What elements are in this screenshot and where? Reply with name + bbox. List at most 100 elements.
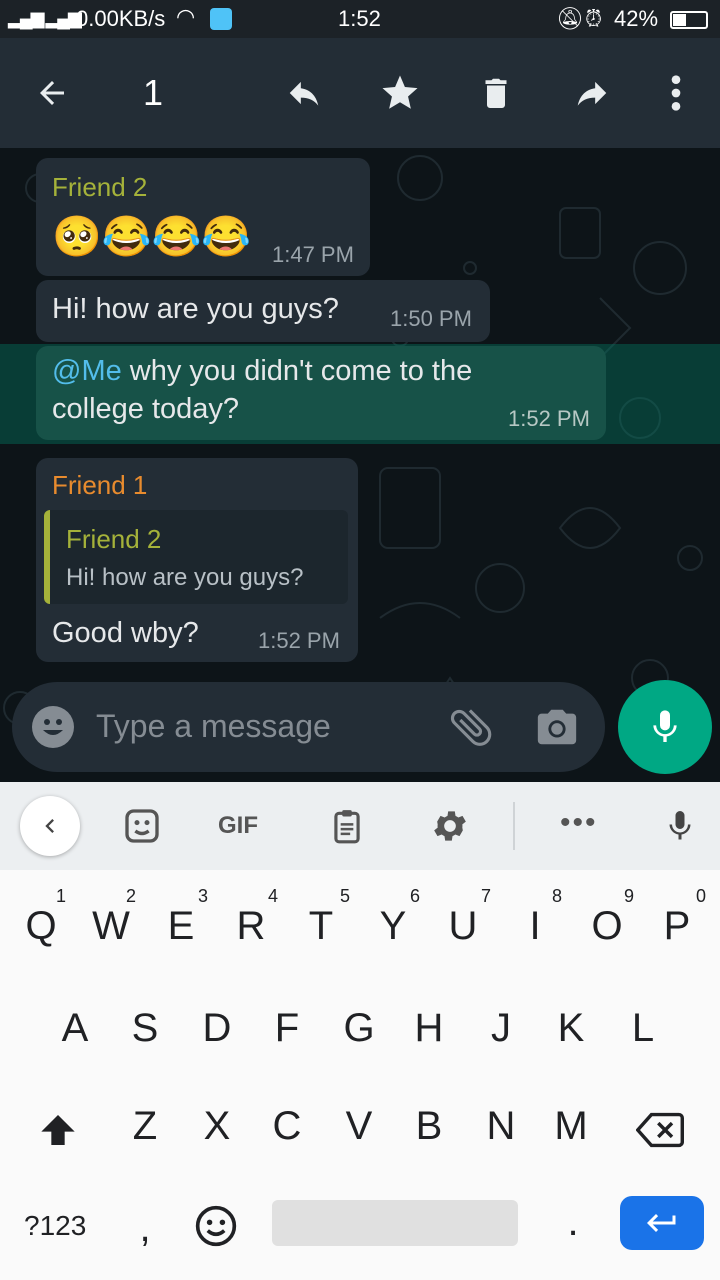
settings-button[interactable]	[430, 806, 470, 851]
sender-name: Friend 1	[52, 470, 148, 500]
star-button[interactable]	[370, 60, 430, 126]
sticker-icon	[125, 809, 159, 843]
more-tools-button[interactable]: •••	[560, 806, 598, 840]
key-e[interactable]: E	[156, 904, 206, 949]
microphone-icon	[653, 710, 677, 742]
key-s[interactable]: S	[120, 1006, 170, 1051]
key-w[interactable]: W	[86, 904, 136, 949]
star-icon	[382, 75, 418, 109]
shift-arrow-icon	[41, 1115, 75, 1145]
key-hint: 9	[624, 886, 635, 906]
message-bubble-friend2[interactable]: Friend 2 🥺😂😂😂 1:47 PM	[36, 158, 370, 276]
key-d[interactable]: D	[192, 1006, 242, 1051]
gear-icon	[434, 811, 466, 841]
back-button[interactable]	[22, 60, 82, 126]
key-v[interactable]: V	[334, 1104, 384, 1149]
trash-icon	[485, 78, 507, 108]
key-c[interactable]: C	[262, 1104, 312, 1149]
alarm-icon: ⏰︎	[585, 6, 603, 31]
selection-toolbar: 1	[0, 38, 720, 148]
sticker-button[interactable]	[122, 806, 162, 851]
message-bubble-selected[interactable]: @Me why you didn't come to the college t…	[36, 346, 606, 440]
message-text: Good wby?	[52, 617, 199, 649]
keyboard-collapse-button[interactable]	[20, 796, 80, 856]
voice-record-button[interactable]	[618, 680, 712, 774]
emoji-key[interactable]	[194, 1204, 238, 1253]
key-o[interactable]: O	[582, 904, 632, 949]
paperclip-icon	[450, 709, 492, 746]
key-g[interactable]: G	[334, 1006, 384, 1051]
clipboard-icon	[334, 810, 360, 844]
quote-bar	[44, 510, 50, 604]
sender-name: Friend 2	[52, 172, 148, 202]
quoted-sender: Friend 2	[66, 524, 162, 554]
backspace-icon	[635, 1112, 684, 1148]
key-y[interactable]: Y	[368, 904, 418, 949]
battery-icon	[670, 11, 708, 29]
key-hint: 7	[481, 886, 492, 906]
message-input[interactable]: Type a message	[96, 708, 331, 745]
key-f[interactable]: F	[262, 1006, 312, 1051]
key-q[interactable]: Q	[16, 904, 66, 949]
key-j[interactable]: J	[476, 1006, 526, 1051]
period-key[interactable]: .	[548, 1200, 598, 1245]
key-k[interactable]: K	[546, 1006, 596, 1051]
mention-me[interactable]: @Me	[52, 355, 122, 387]
key-n[interactable]: N	[476, 1104, 526, 1149]
key-z[interactable]: Z	[120, 1104, 170, 1149]
key-l[interactable]: L	[618, 1006, 668, 1051]
signal-icon: ▂▄▆ ▂▄▆	[8, 8, 82, 28]
message-text: 🥺😂😂😂	[52, 215, 252, 259]
key-b[interactable]: B	[404, 1104, 454, 1149]
message-text-line1: why you didn't come to the	[121, 355, 473, 387]
key-hint: 2	[126, 886, 137, 906]
app-notification-icon	[210, 8, 232, 30]
forward-button[interactable]	[562, 60, 622, 126]
shift-key[interactable]	[36, 1110, 80, 1155]
more-vertical-icon	[671, 75, 681, 111]
key-hint: 8	[552, 886, 563, 906]
clipboard-button[interactable]	[328, 804, 366, 853]
key-hint: 3	[198, 886, 209, 906]
clock: 1:52	[338, 6, 381, 31]
message-text: Hi! how are you guys?	[52, 293, 339, 325]
message-bubble[interactable]: Hi! how are you guys? 1:50 PM	[36, 280, 490, 342]
message-text: @Me why you didn't come to the college t…	[52, 352, 472, 428]
network-speed: 0.00KB/s	[76, 6, 166, 31]
voice-typing-button[interactable]	[662, 802, 698, 855]
space-bar[interactable]	[272, 1200, 518, 1246]
enter-key[interactable]	[620, 1196, 704, 1250]
gif-button[interactable]: GIF	[218, 812, 258, 840]
key-r[interactable]: R	[226, 904, 276, 949]
key-hint: 6	[410, 886, 421, 906]
keyboard: Q 1 W 2 E 3 R 4 T 5 Y 6 U 7 I 8 O 9 P 0 …	[0, 870, 720, 1280]
more-options-button[interactable]	[646, 60, 706, 126]
key-a[interactable]: A	[50, 1006, 100, 1051]
key-p[interactable]: P	[652, 904, 702, 949]
forward-icon	[577, 81, 607, 106]
comma-key[interactable]: ,	[120, 1206, 170, 1251]
key-hint: 4	[268, 886, 279, 906]
key-h[interactable]: H	[404, 1006, 454, 1051]
keyboard-toolbar: GIF •••	[0, 782, 720, 870]
reply-icon	[289, 81, 319, 106]
message-time: 1:50 PM	[390, 306, 472, 331]
emoji-icon	[195, 1205, 237, 1247]
camera-button[interactable]	[534, 704, 580, 750]
delete-button[interactable]	[466, 60, 526, 126]
key-x[interactable]: X	[192, 1104, 242, 1149]
reply-button[interactable]	[274, 60, 334, 126]
symbols-key[interactable]: ?123	[24, 1210, 86, 1242]
message-bubble-friend1[interactable]: Friend 1 Friend 2 Hi! how are you guys? …	[36, 458, 358, 662]
backspace-key[interactable]	[635, 1110, 684, 1155]
quoted-message[interactable]: Friend 2 Hi! how are you guys?	[44, 510, 348, 604]
key-u[interactable]: U	[438, 904, 488, 949]
key-hint: 0	[696, 886, 707, 906]
emoji-button[interactable]	[32, 706, 74, 748]
battery-percent: 42%	[614, 6, 659, 31]
message-input-bar[interactable]: Type a message	[12, 682, 605, 772]
key-i[interactable]: I	[510, 904, 560, 949]
attach-button[interactable]	[446, 702, 496, 752]
key-m[interactable]: M	[546, 1104, 596, 1149]
key-t[interactable]: T	[296, 904, 346, 949]
